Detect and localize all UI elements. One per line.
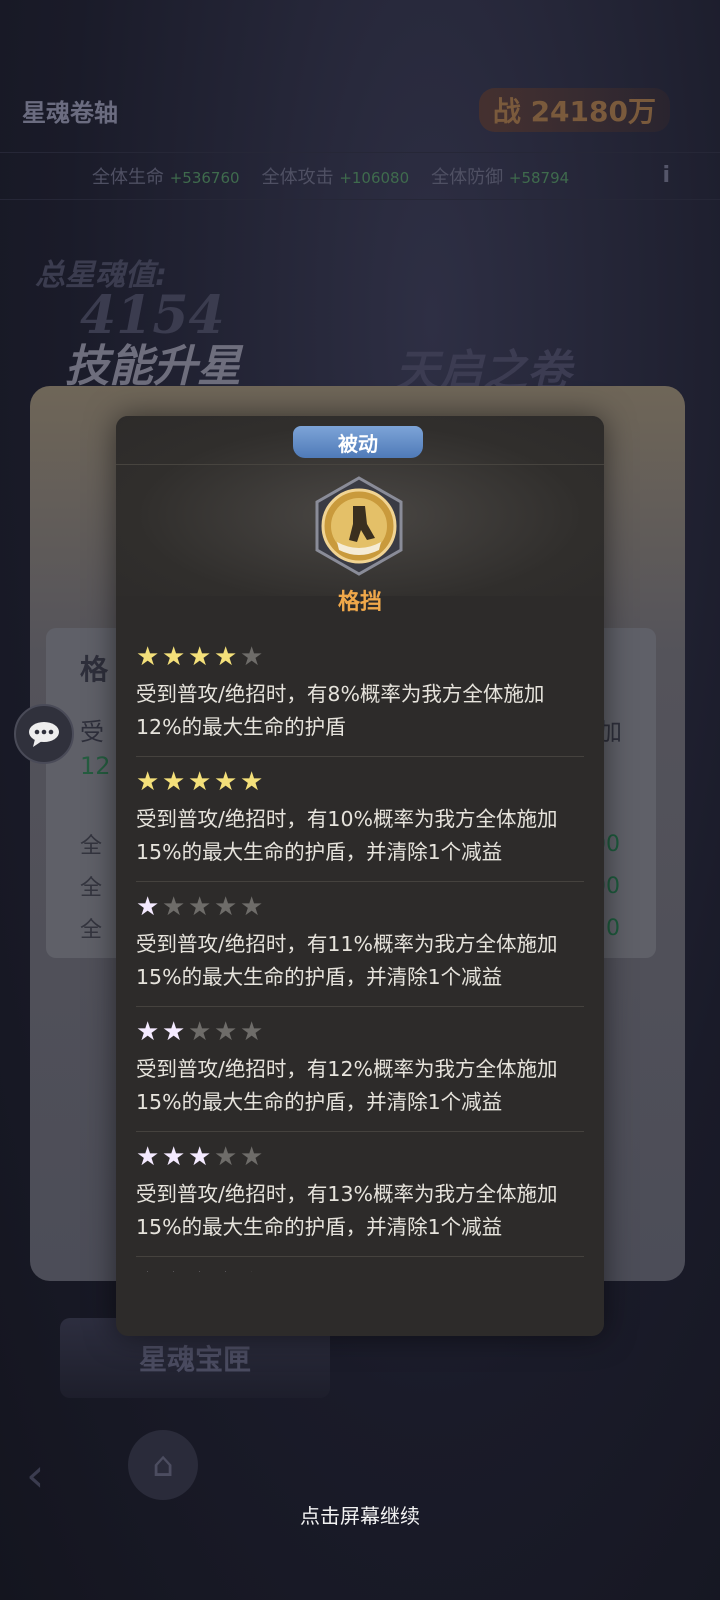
star-filled-icon: ★ [136,1142,160,1172]
star-filled-icon: ★ [188,1269,214,1272]
level-item: ★ ★ ★ ★ ★ 受到普攻/绝招时，有12%概率为我方全体施加15%的最大生命的护盾，… [136,1007,584,1132]
star-empty-icon: ★ [188,1017,212,1047]
star-rating: ★★★★★ [136,1144,266,1172]
star-filled-icon: ★ [188,642,212,672]
star-rating: ★★★★★ [136,1019,266,1047]
level-item: ★ ★ ★ ★ ★ 受到普攻/绝招时，有11%概率为我方全体施加15%的最大生命的护盾，… [136,882,584,1007]
combat-power-badge: 战 24180万 [478,88,670,132]
header-divider [116,464,604,465]
level-desc: 受到普攻/绝招时，有12%概率为我方全体施加15%的最大生命的护盾，并清除1个减… [136,1057,558,1114]
stat-attack: 全体攻击 +106080 [262,163,410,189]
star-filled-icon: ★ [214,1269,240,1272]
star-filled-icon: ★ [136,1269,162,1272]
level-desc: 受到普攻/绝招时，有8%概率为我方全体施加12%的最大生命的护盾 [136,682,545,739]
stat-attack-value: +106080 [339,169,410,187]
star-empty-icon: ★ [240,1142,264,1172]
stat-hp-label: 全体生命 [92,167,164,188]
star-empty-icon: ★ [240,1269,266,1272]
level-item: ★ ★ ★ ★ ★ 受到普攻/绝招时，有10%概率为我方全体施加15%的最大生命的护盾，… [136,757,584,882]
skill-type-tag: 被动 [293,426,423,458]
level-desc: 受到普攻/绝招时，有11%概率为我方全体施加15%的最大生命的护盾，并清除1个减… [136,932,558,989]
stat-hp-value: +536760 [169,169,240,187]
star-filled-icon: ★ [162,1269,188,1272]
star-filled-icon: ★ [136,767,160,797]
level-desc: 受到普攻/绝招时，有13%概率为我方全体施加15%的最大生命的护盾，并清除1个减… [136,1182,558,1239]
star-rating: ★★★★★ [136,769,266,797]
star-rating: ★★★★★ [136,1269,266,1272]
star-filled-icon: ★ [162,642,186,672]
skill-detail-popup: 被动 格挡 ★ ★ ★ ★ ★ 受到普攻/绝招时，有8%概率为我方全体施加12%的最大生… [116,416,604,1336]
star-empty-icon: ★ [240,642,264,672]
level-item: ★★★★★ [136,1257,584,1272]
star-empty-icon: ★ [188,892,212,922]
info-icon[interactable]: i [662,163,670,188]
shield-warrior-skill-icon [315,476,403,576]
level-item: ★ ★ ★ ★ ★ 受到普攻/绝招时，有13%概率为我方全体施加15%的最大生命的护盾，… [136,1132,584,1257]
level-desc: 受到普攻/绝招时，有10%概率为我方全体施加15%的最大生命的护盾，并清除1个减… [136,807,558,864]
star-empty-icon: ★ [240,1017,264,1047]
chat-bubble-icon[interactable] [14,704,74,764]
home-icon[interactable]: ⌂ [128,1430,198,1500]
star-filled-icon: ★ [188,767,212,797]
background-row-label: 全 [80,876,103,901]
star-empty-icon: ★ [240,892,264,922]
star-level-list[interactable]: ★ ★ ★ ★ ★ 受到普攻/绝招时，有8%概率为我方全体施加12%的最大生命的护盾 ★… [136,632,584,1272]
background-row-label: 全 [80,834,103,859]
star-filled-icon: ★ [162,767,186,797]
star-filled-icon: ★ [162,1017,186,1047]
skill-upgrade-title: 技能升星 [65,341,241,392]
background-card-title: 格 [80,653,109,686]
star-rating: ★★★★★ [136,644,266,672]
page-title: 星魂卷轴 [22,98,118,127]
chat-glyph-icon [29,722,59,747]
stat-attack-label: 全体攻击 [261,167,334,188]
star-empty-icon: ★ [214,892,238,922]
background-card-desc: 受 [80,718,104,746]
back-arrow-icon[interactable]: ‹ [26,1448,44,1502]
stat-defense: 全体防御 +58794 [431,163,569,189]
stats-bar: 全体生命 +536760 全体攻击 +106080 全体防御 +58794 i [0,152,720,200]
background-card-green: 12 [80,752,111,780]
star-rating: ★★★★★ [136,894,266,922]
star-empty-icon: ★ [162,892,186,922]
star-filled-icon: ★ [214,642,238,672]
skill-name: 格挡 [337,590,382,615]
star-filled-icon: ★ [136,1017,160,1047]
star-empty-icon: ★ [214,1142,238,1172]
stat-defense-label: 全体防御 [431,167,504,188]
star-empty-icon: ★ [214,1017,238,1047]
level-item: ★ ★ ★ ★ ★ 受到普攻/绝招时，有8%概率为我方全体施加12%的最大生命的护盾 [136,632,584,757]
stat-defense-value: +58794 [508,169,570,187]
star-filled-icon: ★ [136,892,160,922]
stat-hp: 全体生命 +536760 [92,163,240,189]
top-bar: 星魂卷轴 战 24180万 [0,70,720,150]
star-filled-icon: ★ [240,767,264,797]
star-filled-icon: ★ [188,1142,212,1172]
tap-to-continue[interactable]: 点击屏幕继续 [0,1500,720,1529]
star-filled-icon: ★ [162,1142,186,1172]
background-row-label: 全 [80,918,103,943]
star-filled-icon: ★ [136,642,160,672]
star-filled-icon: ★ [214,767,238,797]
